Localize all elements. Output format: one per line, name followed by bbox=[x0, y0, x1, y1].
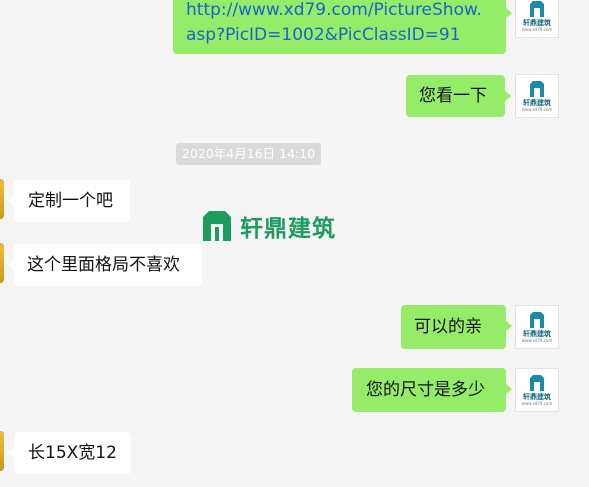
watermark-text: 轩鼎建筑 bbox=[240, 216, 336, 242]
message-text: 长15X宽12 bbox=[28, 443, 117, 463]
message-text: 可以的亲 bbox=[414, 317, 482, 337]
brand-logo-icon bbox=[528, 374, 546, 392]
avatar-sub: www.xd79.com bbox=[521, 27, 553, 32]
chat-window: http://www.xd79.com/PictureShow. asp?Pic… bbox=[0, 0, 589, 487]
avatar-sub: www.xd79.com bbox=[521, 401, 553, 406]
avatar[interactable]: 轩鼎建筑 www.xd79.com bbox=[515, 305, 559, 349]
avatar-sub: www.xd79.com bbox=[521, 338, 553, 343]
message-bubble[interactable]: 可以的亲 bbox=[401, 305, 512, 349]
message-text: 这个里面格局不喜欢 bbox=[27, 255, 180, 275]
brand-logo-icon bbox=[200, 209, 234, 243]
watermark: 轩鼎建筑 bbox=[200, 208, 336, 244]
message-bubble[interactable]: 长15X宽12 bbox=[8, 432, 131, 474]
avatar[interactable] bbox=[0, 431, 4, 471]
avatar[interactable] bbox=[0, 243, 4, 283]
message-text: 您的尺寸是多少 bbox=[366, 380, 485, 400]
message-bubble[interactable]: 这个里面格局不喜欢 bbox=[8, 244, 202, 286]
message-text: 定制一个吧 bbox=[28, 191, 113, 211]
avatar-caption: 轩鼎建筑 bbox=[523, 330, 551, 338]
avatar[interactable] bbox=[0, 179, 4, 219]
avatar[interactable]: 轩鼎建筑 www.xd79.com bbox=[515, 74, 559, 118]
avatar[interactable]: 轩鼎建筑 www.xd79.com bbox=[515, 0, 559, 38]
message-bubble[interactable]: 您看一下 bbox=[406, 75, 511, 117]
message-link-line1[interactable]: http://www.xd79.com/PictureShow. bbox=[186, 0, 494, 23]
avatar-caption: 轩鼎建筑 bbox=[523, 19, 551, 27]
brand-logo-icon bbox=[528, 311, 546, 329]
message-bubble-link[interactable]: http://www.xd79.com/PictureShow. asp?Pic… bbox=[173, 0, 512, 54]
brand-logo-icon bbox=[528, 0, 546, 18]
message-link-line2[interactable]: asp?PicID=1002&PicClassID=91 bbox=[186, 23, 494, 48]
avatar-sub: www.xd79.com bbox=[521, 107, 553, 112]
message-bubble[interactable]: 定制一个吧 bbox=[8, 180, 130, 222]
brand-logo-icon bbox=[528, 80, 546, 98]
message-bubble[interactable]: 您的尺寸是多少 bbox=[352, 368, 512, 412]
avatar[interactable]: 轩鼎建筑 www.xd79.com bbox=[515, 368, 559, 412]
message-text: 您看一下 bbox=[419, 86, 487, 106]
avatar-caption: 轩鼎建筑 bbox=[523, 99, 551, 107]
avatar-caption: 轩鼎建筑 bbox=[523, 393, 551, 401]
timestamp: 2020年4月16日 14:10 bbox=[176, 143, 322, 165]
